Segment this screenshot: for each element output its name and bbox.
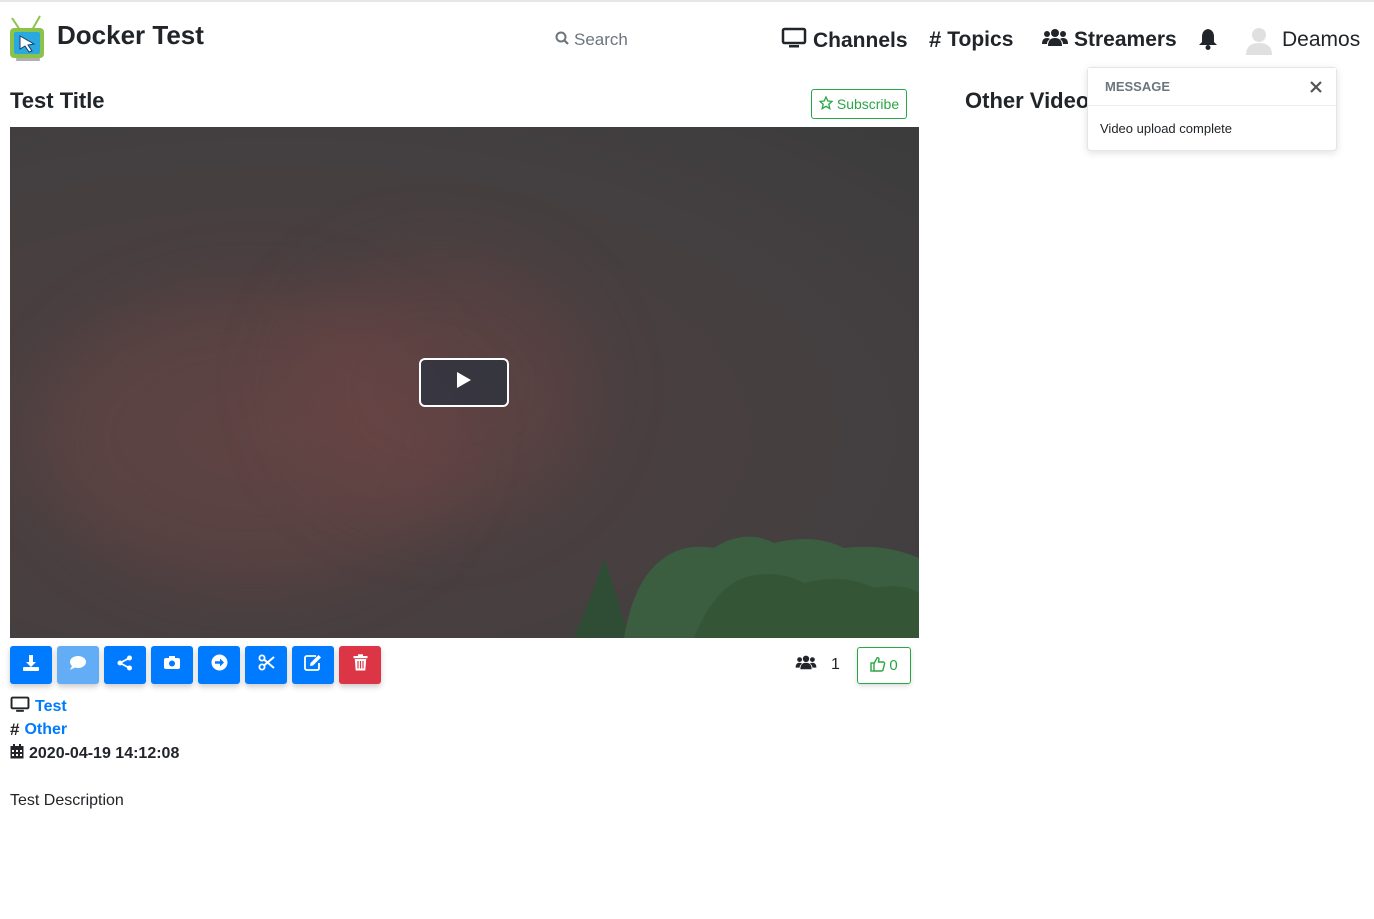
channel-link[interactable]: Test — [35, 698, 67, 716]
toast-header: MESSAGE — [1088, 68, 1336, 106]
delete-button[interactable] — [339, 646, 381, 684]
bell-icon[interactable] — [1198, 28, 1218, 55]
thumbs-up-icon — [870, 656, 886, 676]
video-player[interactable] — [10, 127, 919, 638]
nav-channels-label: Channels — [813, 29, 908, 52]
upload-date: 2020-04-19 14:12:08 — [29, 745, 180, 762]
other-videos-title: Other Videos — [965, 88, 1102, 113]
search-placeholder: Search — [574, 30, 628, 49]
monitor-icon — [781, 27, 807, 55]
comment-button[interactable] — [57, 646, 99, 684]
camera-icon — [163, 655, 181, 675]
play-icon — [456, 371, 472, 394]
edit-button[interactable] — [292, 646, 334, 684]
play-button[interactable] — [419, 358, 509, 407]
like-button[interactable]: 0 — [857, 647, 911, 684]
close-icon[interactable] — [1310, 80, 1322, 93]
message-toast: MESSAGE Video upload complete — [1087, 67, 1337, 151]
subscribe-label: Subscribe — [836, 96, 900, 112]
nav-streamers-label: Streamers — [1074, 28, 1177, 51]
video-trees — [574, 536, 919, 638]
monitor-icon — [10, 696, 30, 718]
topic-link[interactable]: Other — [24, 721, 67, 739]
download-icon — [22, 654, 40, 677]
toast-body: Video upload complete — [1100, 121, 1233, 136]
nav-topics[interactable]: # Topics — [929, 27, 1013, 53]
hashtag-icon: # — [10, 720, 20, 739]
app-title[interactable]: Docker Test — [57, 20, 204, 51]
arrow-right-icon — [211, 654, 228, 676]
toast-title: MESSAGE — [1105, 79, 1171, 94]
move-button[interactable] — [198, 646, 240, 684]
search-icon — [555, 30, 569, 50]
share-button[interactable] — [104, 646, 146, 684]
clip-button[interactable] — [245, 646, 287, 684]
avatar — [1244, 25, 1274, 55]
tv-logo-icon — [8, 14, 48, 62]
comment-icon — [69, 655, 87, 676]
edit-icon — [304, 654, 322, 676]
trash-icon — [353, 654, 368, 676]
viewer-count-value: 1 — [831, 655, 840, 673]
meta-date: 2020-04-19 14:12:08 — [10, 744, 179, 764]
download-button[interactable] — [10, 646, 52, 684]
nav-topics-label: Topics — [947, 28, 1014, 51]
top-border — [0, 0, 1374, 2]
hashtag-icon: # — [929, 27, 942, 52]
user-menu[interactable]: Deamos — [1244, 25, 1374, 55]
nav-streamers[interactable]: Streamers — [1042, 27, 1177, 53]
share-icon — [117, 655, 133, 676]
meta-topic: # Other — [10, 720, 67, 740]
snapshot-button[interactable] — [151, 646, 193, 684]
video-title: Test Title — [10, 88, 105, 113]
brand[interactable] — [8, 14, 48, 62]
users-icon — [1042, 27, 1068, 53]
video-description: Test Description — [10, 792, 124, 809]
scissors-icon — [258, 654, 275, 676]
viewer-count: 1 — [795, 654, 840, 675]
calendar-icon — [10, 744, 24, 764]
video-toolbar — [10, 646, 381, 684]
like-count: 0 — [889, 657, 898, 674]
star-icon — [818, 94, 834, 113]
subscribe-button[interactable]: Subscribe — [811, 89, 907, 119]
meta-channel: Test — [10, 696, 67, 718]
users-icon — [795, 654, 817, 675]
nav-channels[interactable]: Channels — [781, 27, 908, 55]
search-box[interactable]: Search — [555, 30, 628, 50]
username: Deamos — [1282, 28, 1361, 51]
